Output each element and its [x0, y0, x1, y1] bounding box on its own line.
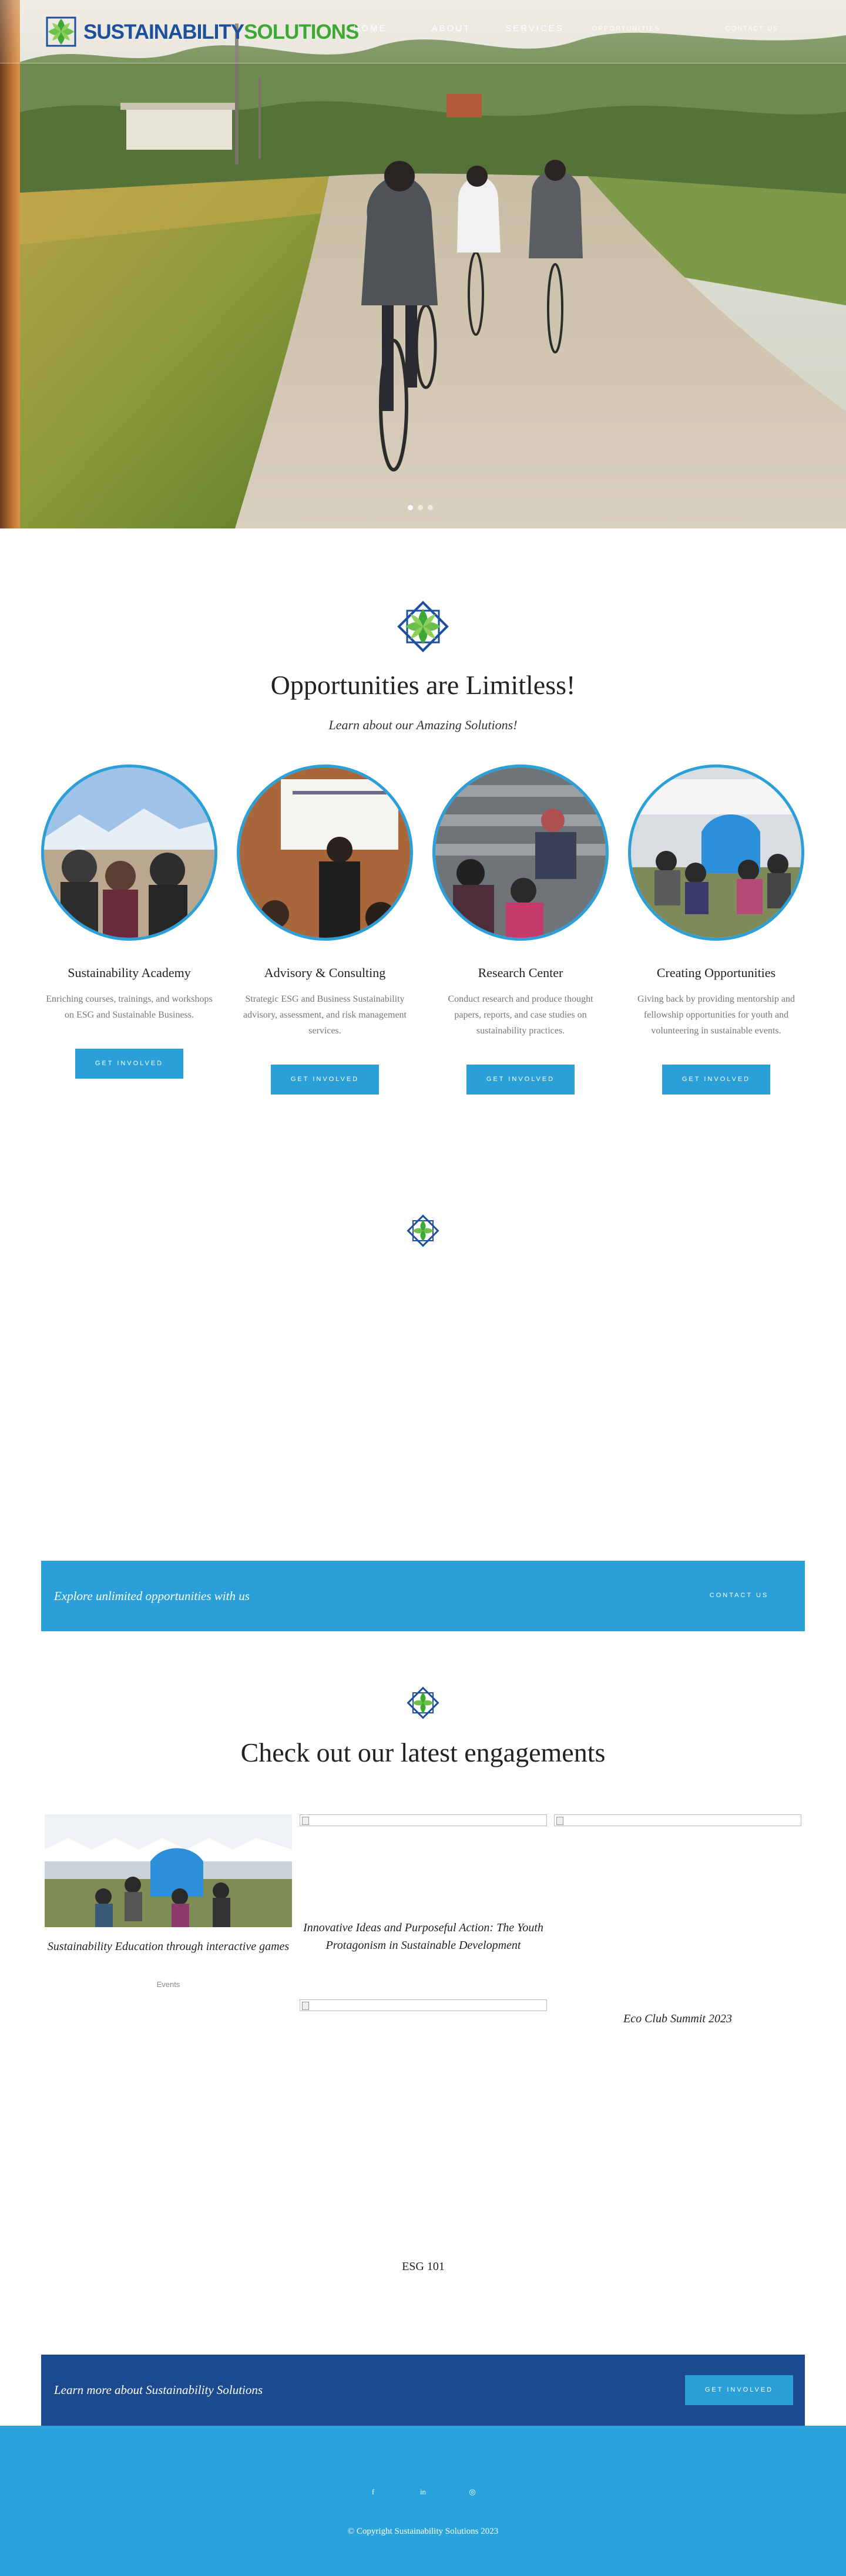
engagement-title[interactable]: ESG 101	[300, 2258, 547, 2275]
nav-item-opportunities[interactable]: OPPORTUNITIES	[585, 25, 667, 32]
card-text: Strategic ESG and Business Sustainabilit…	[243, 994, 407, 1036]
slider-dot[interactable]	[408, 505, 413, 510]
linkedin-icon[interactable]: in	[419, 2488, 427, 2496]
nav-item-home[interactable]: HOME	[347, 23, 394, 33]
engagement-category[interactable]: Events	[45, 1980, 292, 1989]
engagement-photo	[45, 1814, 292, 1927]
copyright-text: © Copyright Sustainability Solutions 202…	[347, 2527, 499, 2536]
card-photo	[628, 765, 804, 941]
brand-name-part2: SOLUTIONS	[244, 20, 359, 43]
facebook-icon[interactable]: f	[369, 2488, 377, 2496]
card-text: Giving back by providing mentorship and …	[637, 994, 795, 1036]
engagements-heading: Check out our latest engagements	[240, 1737, 606, 1767]
card-title: Research Center	[478, 965, 563, 980]
brand-name-part1: SUSTAINABILITY	[83, 20, 244, 43]
card-text: Enriching courses, trainings, and worksh…	[46, 994, 213, 1020]
broken-image-icon	[554, 1814, 801, 1826]
leaf-emblem-icon	[407, 1214, 439, 1247]
opportunities-subheading: Learn about our Amazing Solutions!	[328, 718, 518, 732]
engagement-title[interactable]: Innovative Ideas and Purposeful Action: …	[300, 1919, 547, 1954]
opportunities-photo	[631, 767, 801, 938]
site-logo-text: SUSTAINABILITYSOLUTIONS	[83, 20, 359, 43]
slider-dots	[408, 505, 433, 510]
academy-photo	[44, 767, 214, 938]
leaf-emblem-icon	[407, 1686, 439, 1719]
learn-cta-band: Learn more about Sustainability Solution…	[41, 2355, 805, 2426]
engagement-title[interactable]: Eco Club Summit 2023	[554, 2010, 801, 2028]
learn-cta-text: Learn more about Sustainability Solution…	[54, 2383, 263, 2397]
card-title: Sustainability Academy	[68, 965, 191, 980]
service-card: Advisory & Consulting Strategic ESG and …	[237, 765, 413, 1095]
research-photo	[435, 767, 606, 938]
explore-cta-text: Explore unlimited opportunities with us	[54, 1589, 250, 1603]
leaf-emblem-icon	[397, 601, 449, 652]
get-involved-button[interactable]: GET INVOLVED	[662, 1065, 770, 1095]
nav-item-contact[interactable]: CONTACT US	[717, 25, 787, 32]
card-photo	[432, 765, 609, 941]
hero-image	[0, 0, 846, 528]
broken-image-icon	[300, 1999, 547, 2011]
broken-image-icon	[300, 1814, 547, 1826]
service-card: Sustainability Academy Enriching courses…	[41, 765, 217, 1079]
hero-slider[interactable]: SUSTAINABILITYSOLUTIONS HOME ABOUT SERVI…	[0, 0, 846, 528]
opportunities-heading: Opportunities are Limitless!	[270, 670, 576, 700]
instagram-icon[interactable]: ◎	[468, 2488, 476, 2496]
nav-item-services[interactable]: SERVICES	[499, 23, 570, 33]
service-card: Creating Opportunities Giving back by pr…	[628, 765, 804, 1095]
site-footer: f in ◎ © Copyright Sustainability Soluti…	[0, 2426, 846, 2576]
explore-cta-band: Explore unlimited opportunities with us …	[41, 1561, 805, 1631]
card-text: Conduct research and produce thought pap…	[448, 994, 593, 1036]
get-involved-button[interactable]: GET INVOLVED	[271, 1065, 379, 1095]
site-logo[interactable]: SUSTAINABILITYSOLUTIONS	[43, 13, 359, 50]
engagement-title[interactable]: Sustainability Education through interac…	[45, 1938, 292, 1955]
slider-dot[interactable]	[418, 505, 423, 510]
service-card: Research Center Conduct research and pro…	[432, 765, 609, 1095]
get-involved-button[interactable]: GET INVOLVED	[466, 1065, 575, 1095]
slider-dot[interactable]	[428, 505, 433, 510]
card-photo	[41, 765, 217, 941]
contact-us-button[interactable]: CONTACT US	[685, 1581, 793, 1611]
nav-item-about[interactable]: ABOUT	[422, 23, 481, 33]
advisory-photo	[240, 767, 410, 938]
hero-side-edge	[0, 0, 20, 528]
card-title: Advisory & Consulting	[264, 965, 386, 980]
top-navbar: SUSTAINABILITYSOLUTIONS HOME ABOUT SERVI…	[0, 0, 846, 63]
leaf-emblem-icon	[46, 16, 76, 47]
card-title: Creating Opportunities	[656, 965, 776, 980]
get-involved-button[interactable]: GET INVOLVED	[685, 2375, 793, 2405]
card-photo	[237, 765, 413, 941]
get-involved-button[interactable]: GET INVOLVED	[75, 1049, 183, 1079]
